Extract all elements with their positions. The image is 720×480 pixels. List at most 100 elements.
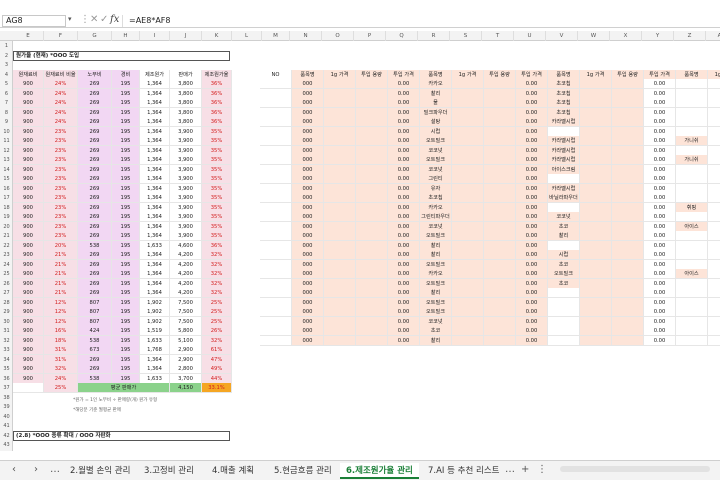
table-cell[interactable]: 물 (420, 98, 452, 108)
table-cell[interactable]: 23% (44, 136, 78, 146)
table-cell[interactable]: 32% (202, 335, 232, 346)
table-cell[interactable]: 0.00 (516, 335, 548, 346)
row-header[interactable]: 18 (0, 203, 13, 213)
row-header[interactable]: 22 (0, 241, 13, 251)
table-cell[interactable] (708, 145, 720, 156)
table-cell[interactable]: 1,364 (140, 212, 170, 222)
table-cell[interactable] (324, 278, 356, 289)
table-cell[interactable] (580, 288, 612, 298)
table-cell[interactable] (708, 288, 720, 298)
table-cell[interactable] (484, 231, 516, 241)
table-cell[interactable]: 4,200 (170, 288, 202, 298)
table-cell[interactable]: 찰리 (420, 88, 452, 99)
column-header[interactable]: R (418, 31, 450, 41)
table-cell[interactable] (580, 278, 612, 289)
table-cell[interactable] (580, 269, 612, 279)
column-title[interactable]: NO (260, 69, 292, 80)
table-cell[interactable]: 1,364 (140, 88, 170, 99)
table-cell[interactable]: 1,633 (140, 240, 170, 251)
table-cell[interactable] (612, 155, 644, 165)
table-cell[interactable]: 1,633 (140, 373, 170, 384)
table-cell[interactable]: 찰리 (420, 288, 452, 298)
table-cell[interactable] (324, 202, 356, 213)
horizontal-scrollbar[interactable] (560, 466, 710, 472)
table-cell[interactable]: 1,902 (140, 316, 170, 327)
table-cell[interactable]: 0.00 (388, 269, 420, 279)
table-cell[interactable]: 32% (202, 250, 232, 260)
table-cell[interactable]: 카카오 (420, 202, 452, 213)
table-cell[interactable] (612, 335, 644, 346)
table-cell[interactable]: 카라멜시럽 (548, 183, 580, 194)
table-cell[interactable] (548, 174, 580, 184)
table-cell[interactable]: 2,900 (170, 354, 202, 365)
table-cell[interactable]: 코코넛 (548, 212, 580, 222)
table-cell[interactable] (324, 326, 356, 336)
table-cell[interactable]: 0.00 (516, 174, 548, 184)
table-cell[interactable]: 269 (78, 164, 112, 175)
table-cell[interactable] (580, 164, 612, 175)
table-cell[interactable] (484, 278, 516, 289)
table-cell[interactable]: 3,900 (170, 202, 202, 213)
table-cell[interactable]: 32% (202, 259, 232, 270)
table-cell[interactable]: 0.00 (644, 326, 676, 336)
table-cell[interactable]: 3,900 (170, 221, 202, 232)
table-cell[interactable] (676, 259, 708, 270)
table-cell[interactable] (580, 117, 612, 127)
table-cell[interactable]: 35% (202, 174, 232, 184)
more-tabs-icon[interactable]: … (505, 464, 515, 475)
table-cell[interactable]: 3,800 (170, 117, 202, 127)
table-cell[interactable]: 000 (292, 269, 324, 279)
table-cell[interactable]: 23% (44, 221, 78, 232)
table-cell[interactable]: 0.00 (644, 88, 676, 99)
table-cell[interactable]: 21% (44, 288, 78, 298)
table-cell[interactable]: 000 (292, 183, 324, 194)
table-cell[interactable]: 538 (78, 335, 112, 346)
table-cell[interactable]: 35% (202, 193, 232, 203)
row-header[interactable]: 4 (0, 70, 13, 80)
table-cell[interactable] (260, 278, 292, 289)
table-cell[interactable]: 3,900 (170, 136, 202, 146)
table-cell[interactable] (356, 202, 388, 213)
table-cell[interactable] (612, 193, 644, 203)
table-cell[interactable] (452, 79, 484, 89)
table-cell[interactable] (324, 155, 356, 165)
table-cell[interactable]: 000 (292, 240, 324, 251)
table-cell[interactable]: 900 (13, 145, 44, 156)
table-cell[interactable] (484, 288, 516, 298)
name-box[interactable]: AG8 (2, 15, 66, 27)
table-cell[interactable]: 195 (112, 117, 140, 127)
table-cell[interactable] (324, 164, 356, 175)
table-cell[interactable]: 900 (13, 250, 44, 260)
table-cell[interactable]: 1,768 (140, 345, 170, 355)
table-cell[interactable]: 0.00 (516, 155, 548, 165)
table-cell[interactable]: 3,900 (170, 145, 202, 156)
table-cell[interactable] (356, 136, 388, 146)
row-header[interactable]: 28 (0, 298, 13, 308)
table-cell[interactable]: 195 (112, 202, 140, 213)
table-cell[interactable] (580, 326, 612, 336)
table-cell[interactable] (260, 117, 292, 127)
table-cell[interactable]: 카라멜시럽 (548, 117, 580, 127)
table-cell[interactable] (356, 221, 388, 232)
table-cell[interactable]: 오트밀크 (420, 155, 452, 165)
table-cell[interactable]: 4,200 (170, 269, 202, 279)
table-cell[interactable]: 000 (292, 145, 324, 156)
table-cell[interactable]: 0.00 (516, 221, 548, 232)
table-cell[interactable]: 0.00 (388, 98, 420, 108)
table-cell[interactable]: 0.00 (644, 288, 676, 298)
table-cell[interactable]: 0.00 (388, 250, 420, 260)
table-cell[interactable] (548, 326, 580, 336)
table-cell[interactable]: 0.00 (644, 174, 676, 184)
table-cell[interactable]: 195 (112, 164, 140, 175)
table-cell[interactable]: 1,902 (140, 307, 170, 317)
table-cell[interactable] (580, 240, 612, 251)
table-cell[interactable]: 900 (13, 288, 44, 298)
table-cell[interactable] (452, 269, 484, 279)
table-cell[interactable] (676, 307, 708, 317)
table-cell[interactable] (612, 212, 644, 222)
table-cell[interactable] (356, 174, 388, 184)
table-cell[interactable] (580, 193, 612, 203)
table-cell[interactable]: 오트밀크 (420, 259, 452, 270)
table-cell[interactable]: 찰리 (548, 231, 580, 241)
row-header[interactable]: 32 (0, 336, 13, 346)
